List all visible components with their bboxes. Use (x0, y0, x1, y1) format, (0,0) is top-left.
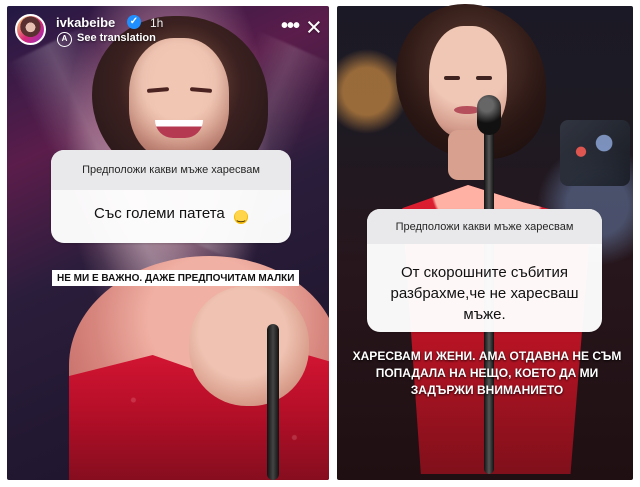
globe-translation-icon: A (57, 32, 72, 47)
question-prompt: Предположи какви мъже харесвам (367, 209, 602, 244)
question-answer: Със големи патета ‿ (51, 190, 291, 224)
username[interactable]: ivkabeibe (56, 15, 115, 30)
smiling-mouth (155, 120, 203, 138)
verified-badge-icon: ✓ (127, 15, 141, 29)
hands-holding-microphone (189, 286, 309, 406)
more-options-icon[interactable]: ••• (281, 16, 300, 36)
story-text-sticker-left: НЕ МИ Е ВАЖНО. ДАЖЕ ПРЕДПОЧИТАМ МАЛКИ (52, 270, 300, 286)
laughing-emoji-icon: ‿ (233, 210, 248, 224)
see-translation-link[interactable]: See translation (77, 32, 156, 44)
post-time: 1h (150, 16, 164, 30)
singer-photo-left (69, 6, 329, 480)
story-header: ivkabeibe ✓ 1h A See translation ••• × (15, 12, 322, 48)
microphone-head (477, 95, 501, 135)
answer-text: Със големи патета (94, 205, 225, 222)
story-text-sticker-right: ХАРЕСВАМ И ЖЕНИ. АМА ОТДАВНА НЕ СЪМ ПОПА… (352, 349, 622, 397)
stage-camera-equipment (560, 120, 630, 186)
question-card-left: Предположи какви мъже харесвам Със голем… (51, 150, 291, 243)
question-prompt: Предположи какви мъже харесвам (51, 150, 291, 190)
close-icon[interactable]: × (306, 12, 322, 42)
left-instagram-story: ivkabeibe ✓ 1h A See translation ••• × (7, 6, 329, 480)
singer-face (129, 38, 229, 160)
profile-avatar[interactable] (15, 14, 46, 45)
microphone-stand (267, 324, 279, 480)
instagram-story-comparison: ivkabeibe ✓ 1h A See translation ••• × П… (0, 0, 640, 487)
question-answer: От скорошните събития разбрахме,че не ха… (390, 264, 579, 323)
question-card-right: Предположи какви мъже харесвам От скорош… (367, 209, 602, 332)
